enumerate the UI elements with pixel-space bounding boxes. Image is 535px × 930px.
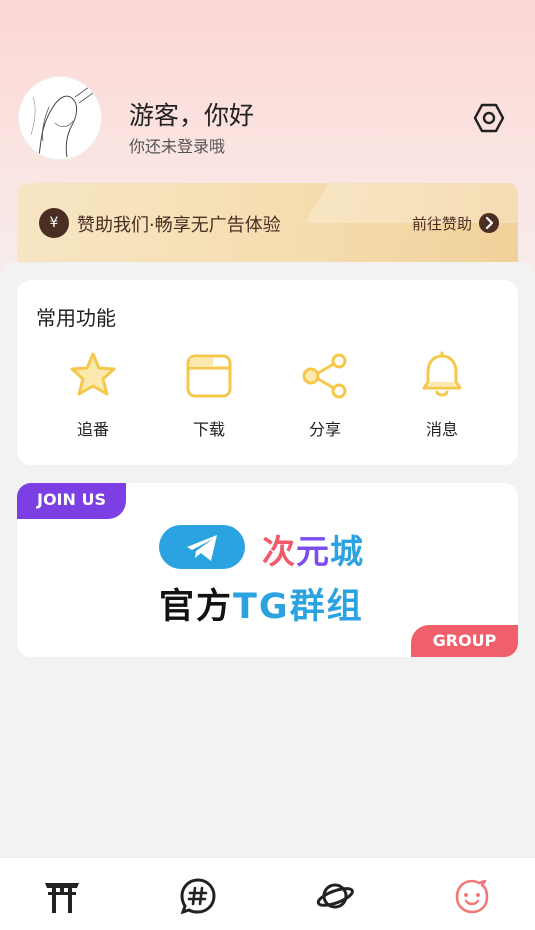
tab-topics[interactable]	[178, 876, 218, 916]
feature-download[interactable]: 下载	[169, 350, 249, 450]
chevron-right-icon[interactable]	[479, 213, 499, 233]
yen-icon: ¥	[39, 208, 69, 238]
greeting-text: 游客，你好	[129, 101, 255, 130]
sponsor-link[interactable]: 前往赞助	[412, 213, 472, 234]
feature-share-label: 分享	[308, 420, 341, 439]
hashtag-chat-icon	[180, 878, 216, 915]
tab-profile[interactable]	[452, 876, 492, 916]
sponsor-text: 赞助我们·畅享无广告体验	[77, 215, 281, 236]
profile-header: 游客，你好 你还未登录哦	[18, 76, 518, 162]
tg-group-banner[interactable]: JOIN US 次元城 官方TG群组 GROUP	[17, 483, 518, 657]
tab-discover[interactable]	[315, 876, 355, 916]
group-tag: GROUP	[411, 625, 518, 657]
avatar[interactable]	[18, 76, 102, 160]
brand-name: 次元城	[262, 525, 364, 573]
features-card: 常用功能 追番 下载 分享 消息	[17, 280, 518, 465]
bell-icon	[422, 351, 462, 397]
bottom-tab-bar	[0, 857, 535, 930]
official-prefix: 官方	[159, 587, 234, 627]
smiley-face-icon	[455, 879, 489, 914]
telegram-icon	[159, 525, 245, 569]
official-tg-group-text: 官方TG群组	[159, 578, 364, 629]
login-status-text[interactable]: 你还未登录哦	[129, 133, 225, 157]
tg-group-highlight: TG群组	[233, 587, 364, 627]
features-title: 常用功能	[36, 306, 116, 330]
feature-download-label: 下载	[192, 420, 225, 439]
feature-share[interactable]: 分享	[285, 350, 365, 450]
hexagon-settings-icon	[473, 103, 505, 133]
settings-button[interactable]	[472, 101, 506, 135]
feature-messages[interactable]: 消息	[402, 350, 482, 450]
brand-char-1: 次	[262, 532, 296, 571]
torii-gate-icon	[45, 883, 79, 913]
share-icon	[302, 353, 347, 399]
feature-follow[interactable]: 追番	[53, 350, 133, 450]
join-us-tag: JOIN US	[17, 483, 126, 519]
planet-icon	[316, 883, 354, 909]
tab-home[interactable]	[42, 876, 82, 916]
star-icon	[70, 352, 116, 396]
brand-char-3: 城	[330, 532, 364, 571]
brand-char-2: 元	[296, 532, 330, 571]
feature-messages-label: 消息	[425, 420, 458, 439]
feature-follow-label: 追番	[76, 420, 109, 439]
sponsor-banner[interactable]: ¥ 赞助我们·畅享无广告体验 前往赞助	[17, 183, 518, 273]
folder-icon	[186, 354, 232, 398]
